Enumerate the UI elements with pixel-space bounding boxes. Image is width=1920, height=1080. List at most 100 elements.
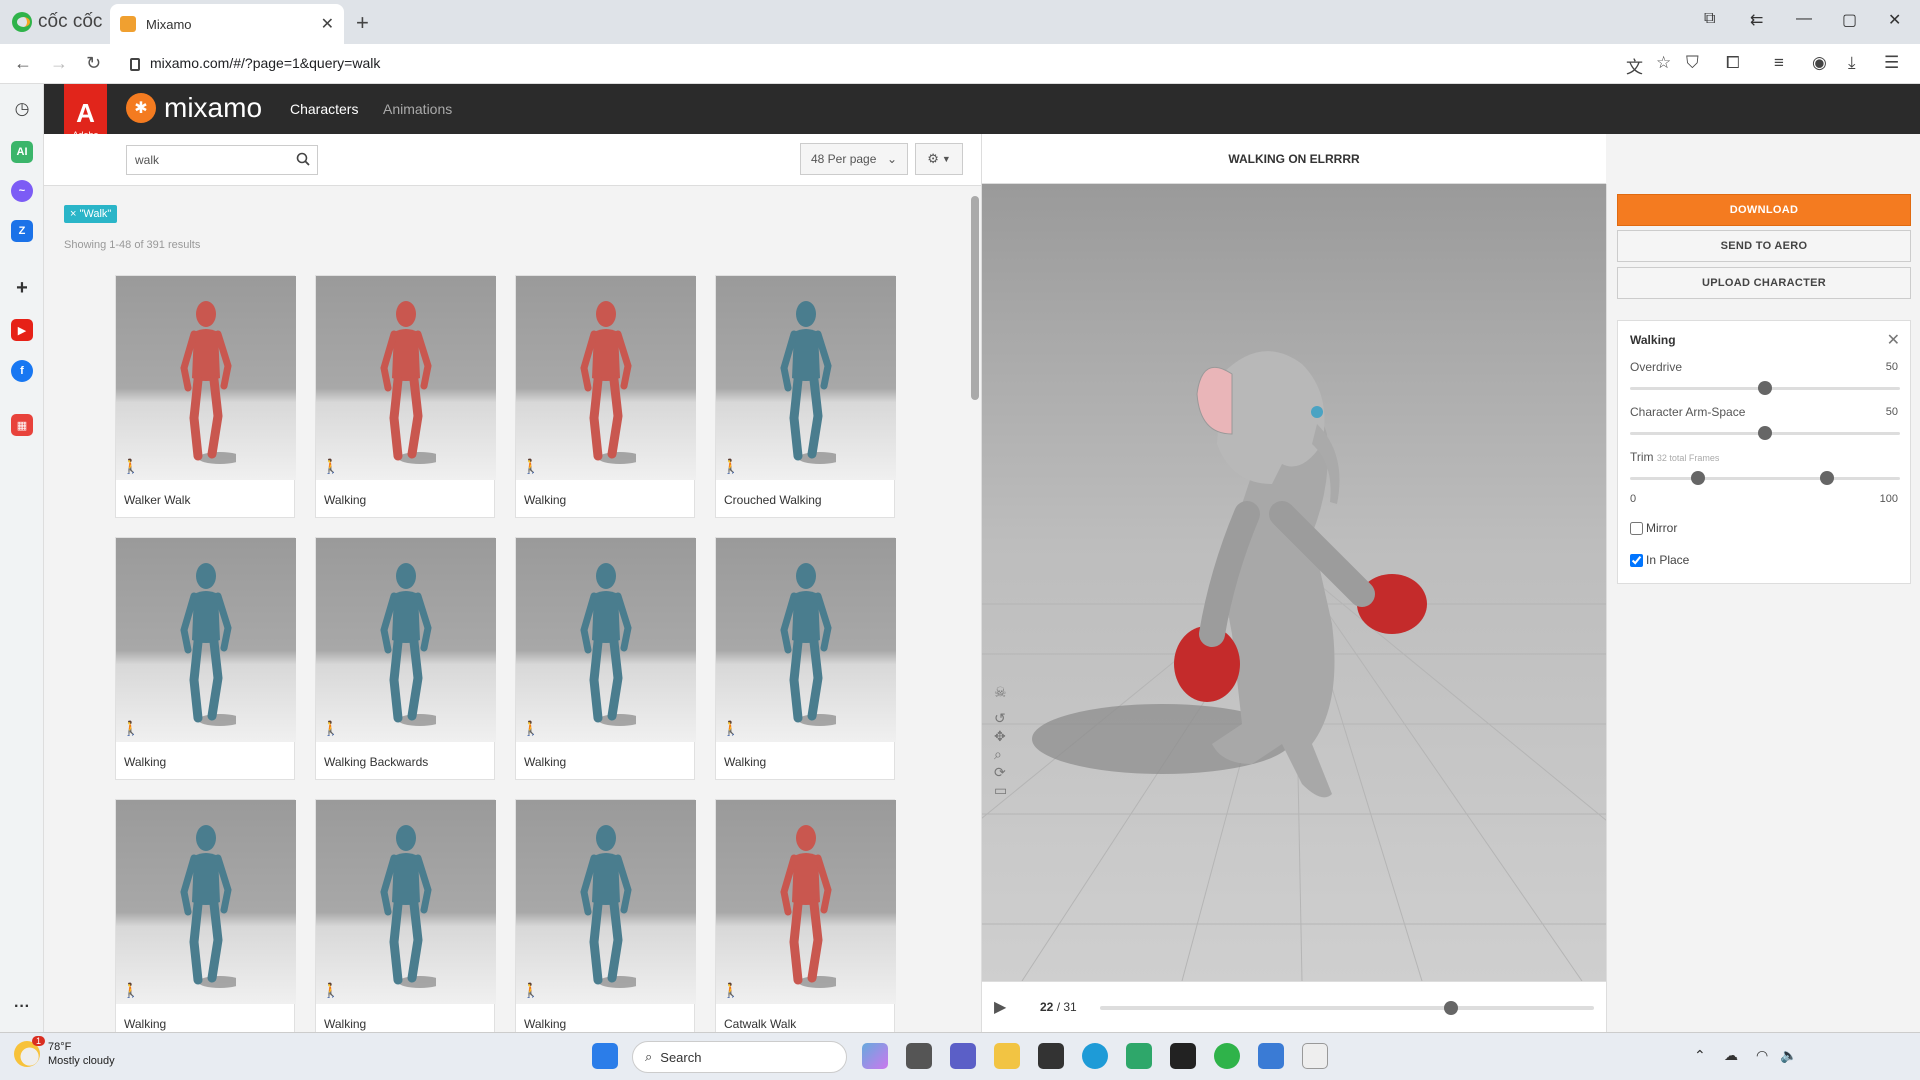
add-icon[interactable]: +: [11, 277, 33, 299]
walking-figure-icon: 🚶: [522, 458, 540, 474]
viewer-title: WALKING ON ELRRRR: [982, 134, 1606, 184]
scrollbar-thumb[interactable]: [971, 196, 979, 400]
search-input[interactable]: [127, 146, 287, 174]
play-icon[interactable]: ▶: [994, 997, 1006, 1017]
animation-card[interactable]: 🚶 Catwalk Walk: [715, 799, 896, 1032]
arm-space-slider[interactable]: [1630, 426, 1900, 440]
animation-card[interactable]: 🚶 Walking: [115, 799, 296, 1032]
window-close-icon[interactable]: ✕: [1888, 10, 1901, 30]
animation-card[interactable]: 🚶 Walking: [515, 537, 696, 780]
settings-dropdown-button[interactable]: ⚙ ▼: [915, 143, 963, 175]
more-icon[interactable]: ···: [11, 996, 33, 1018]
download-icon[interactable]: ⤓: [1848, 53, 1856, 73]
animation-card[interactable]: 🚶 Walking: [315, 799, 496, 1032]
nav-characters[interactable]: Characters: [290, 101, 358, 117]
animation-card[interactable]: 🚶 Walker Walk: [115, 275, 296, 518]
in-place-option[interactable]: In Place: [1630, 553, 1689, 567]
volume-icon[interactable]: 🔈: [1780, 1047, 1797, 1064]
send-to-aero-button[interactable]: SEND TO AERO: [1617, 230, 1911, 262]
wifi-icon[interactable]: ◠: [1756, 1047, 1768, 1064]
animation-card[interactable]: 🚶 Walking: [715, 537, 896, 780]
onedrive-icon[interactable]: ☁: [1724, 1047, 1738, 1064]
facebook-icon[interactable]: f: [11, 360, 33, 382]
trim-slider[interactable]: [1630, 471, 1900, 485]
tab-close-icon[interactable]: ✕: [321, 14, 334, 34]
task-view-icon[interactable]: [906, 1043, 932, 1069]
store-icon[interactable]: [1038, 1043, 1064, 1069]
walking-figure-icon: 🚶: [522, 720, 540, 736]
media-icon[interactable]: ≡: [1774, 53, 1784, 73]
youtube-icon[interactable]: ▶: [11, 319, 33, 341]
zalo-icon[interactable]: Z: [11, 220, 33, 242]
trim-start-knob[interactable]: [1690, 471, 1705, 485]
search-box: [126, 145, 318, 175]
animation-card[interactable]: 🚶 Walking: [515, 275, 696, 518]
extensions-icon[interactable]: ⧠: [1726, 53, 1740, 73]
download-button[interactable]: DOWNLOAD: [1617, 194, 1911, 226]
close-icon[interactable]: ✕: [1887, 330, 1900, 350]
forward-icon[interactable]: →: [50, 53, 68, 74]
screen-capture-icon[interactable]: ⧉: [1704, 10, 1715, 28]
camera-icon[interactable]: ▭: [994, 782, 1007, 799]
bookmark-star-icon[interactable]: ☆: [1656, 53, 1671, 73]
overdrive-slider[interactable]: [1630, 381, 1900, 395]
maya-icon[interactable]: [1126, 1043, 1152, 1069]
animation-card[interactable]: 🚶 Walking: [315, 275, 496, 518]
tab-search-icon[interactable]: ⇇: [1750, 10, 1763, 30]
teams-icon[interactable]: [950, 1043, 976, 1069]
scrollbar[interactable]: [968, 186, 981, 1032]
playback-bar: ▶ 22 / 31: [982, 981, 1606, 1032]
maximize-icon[interactable]: ▢: [1842, 10, 1857, 30]
mixamo-logo[interactable]: ✱ mixamo: [126, 92, 262, 124]
messenger-icon[interactable]: ~: [11, 180, 33, 202]
url-field[interactable]: mixamo.com/#/?page=1&query=walk: [130, 55, 380, 71]
minimize-icon[interactable]: —: [1796, 10, 1812, 28]
reload-icon[interactable]: ↻: [86, 53, 101, 74]
pan-icon[interactable]: ✥: [994, 728, 1006, 745]
file-explorer-icon[interactable]: [994, 1043, 1020, 1069]
reset-view-icon[interactable]: ↺: [994, 710, 1006, 727]
taskbar-search[interactable]: ⌕ Search: [632, 1041, 847, 1073]
edge-icon[interactable]: [1082, 1043, 1108, 1069]
shield-icon[interactable]: ⛉: [1686, 53, 1699, 73]
ai-icon[interactable]: AI: [11, 141, 33, 163]
animation-card[interactable]: 🚶 Walking Backwards: [315, 537, 496, 780]
mirror-checkbox[interactable]: [1630, 521, 1643, 535]
upload-character-button[interactable]: UPLOAD CHARACTER: [1617, 267, 1911, 299]
notepad-icon[interactable]: [1258, 1043, 1284, 1069]
search-icon[interactable]: [296, 152, 310, 166]
profile-icon[interactable]: ◉: [1812, 53, 1827, 73]
tab-mixamo[interactable]: Mixamo ✕: [110, 4, 344, 44]
timeline-track[interactable]: [1100, 1001, 1594, 1015]
timeline-knob[interactable]: [1443, 1001, 1458, 1015]
skeleton-icon[interactable]: ☠: [994, 684, 1007, 701]
overdrive-slider-knob[interactable]: [1758, 381, 1772, 395]
start-icon[interactable]: [592, 1043, 618, 1069]
animation-card[interactable]: 🚶 Crouched Walking: [715, 275, 896, 518]
menu-icon[interactable]: ☰: [1884, 53, 1899, 73]
3d-viewport[interactable]: ☠ ↺ ✥ ⌕ ⟳ ▭: [982, 184, 1606, 981]
animation-card[interactable]: 🚶 Walking: [115, 537, 296, 780]
arm-space-slider-knob[interactable]: [1758, 426, 1772, 440]
filter-tag-walk[interactable]: × "Walk": [64, 205, 118, 223]
unity-icon[interactable]: [1170, 1043, 1196, 1069]
app-icon[interactable]: ▦: [11, 414, 33, 436]
back-icon[interactable]: ←: [14, 53, 32, 74]
rotate-icon[interactable]: ⟳: [994, 764, 1006, 781]
animation-card[interactable]: 🚶 Walking: [515, 799, 696, 1032]
snipping-tool-icon[interactable]: [1302, 1043, 1328, 1069]
new-tab-icon[interactable]: +: [356, 10, 369, 36]
mixamo-mark-icon: ✱: [126, 93, 156, 123]
mirror-option[interactable]: Mirror: [1630, 521, 1677, 535]
translate-icon[interactable]: 文: [1626, 53, 1643, 78]
in-place-checkbox[interactable]: [1630, 553, 1643, 567]
trim-end-knob[interactable]: [1820, 471, 1835, 485]
zoom-icon[interactable]: ⌕: [994, 746, 1002, 763]
history-icon[interactable]: ◷: [11, 98, 33, 120]
nav-animations[interactable]: Animations: [383, 101, 452, 117]
weather-widget[interactable]: 78°F Mostly cloudy: [14, 1040, 115, 1068]
tray-chevron-icon[interactable]: ⌃: [1694, 1047, 1706, 1064]
coccoc-taskbar-icon[interactable]: [1214, 1043, 1240, 1069]
per-page-select[interactable]: 48 Per page ⌄: [800, 143, 908, 175]
copilot-icon[interactable]: [862, 1043, 888, 1069]
